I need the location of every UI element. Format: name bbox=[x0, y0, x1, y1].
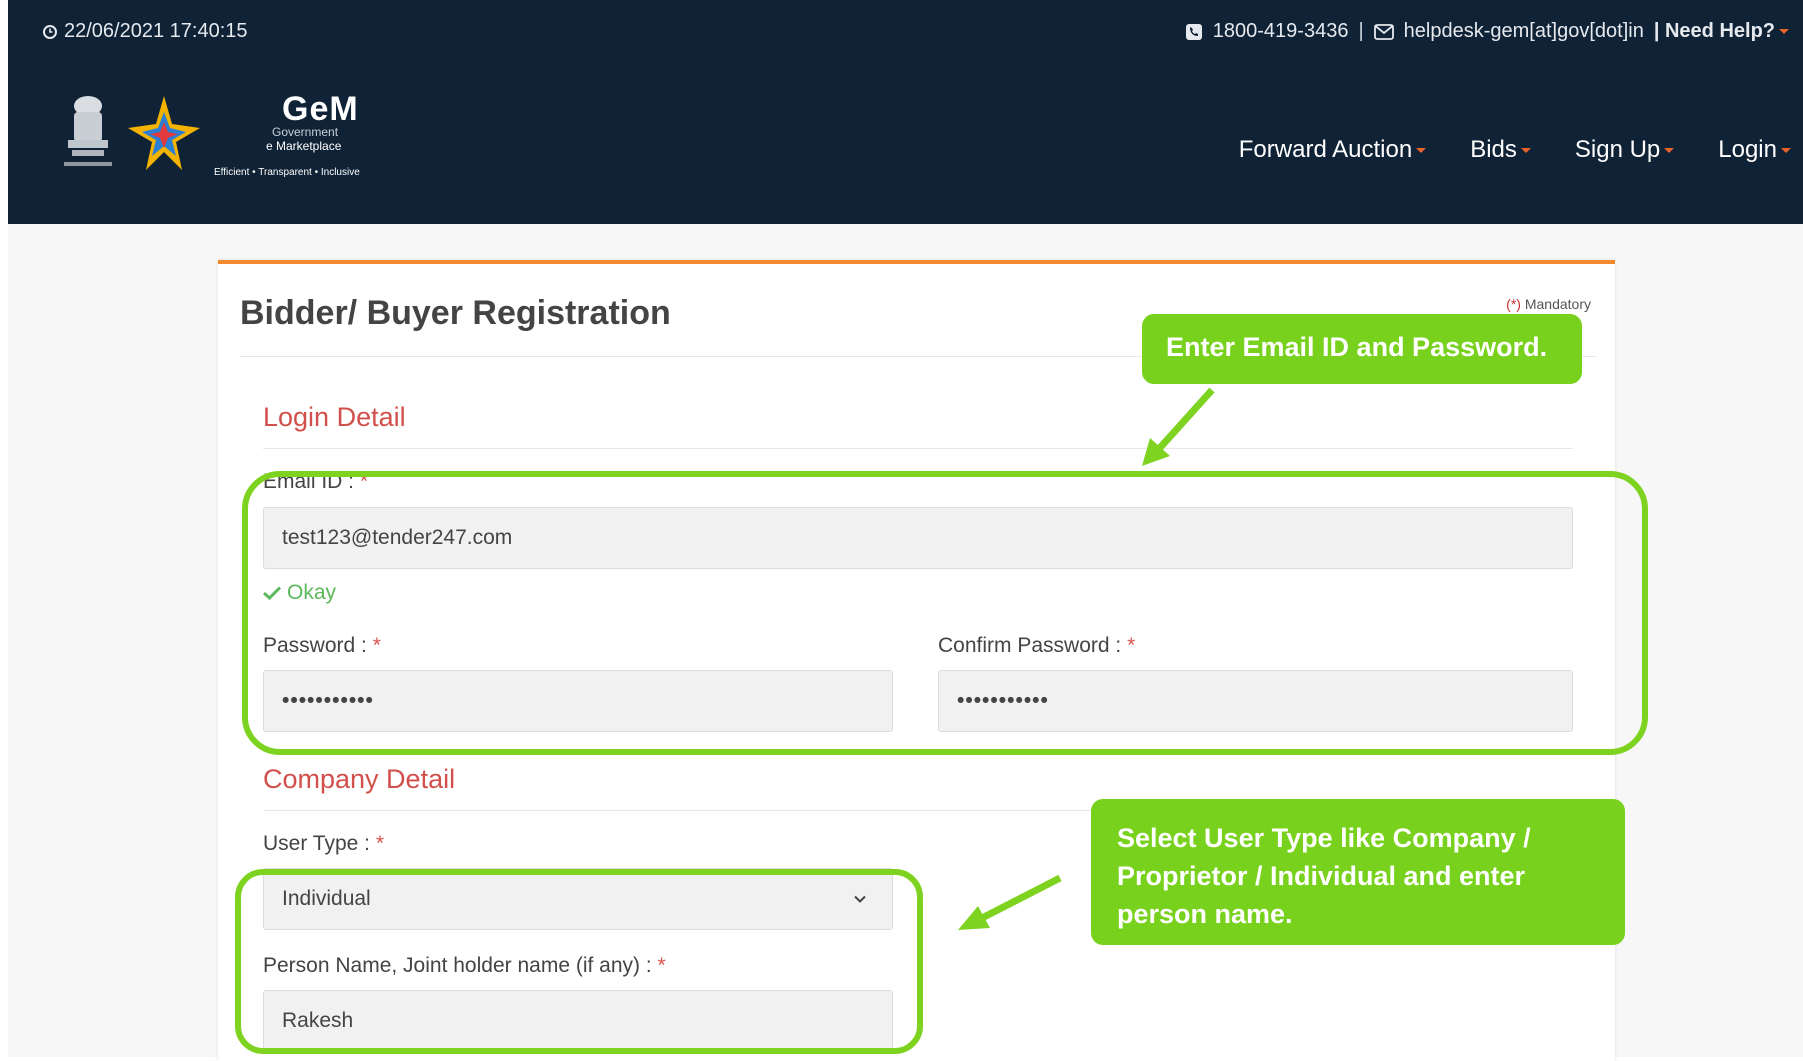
caret-down-icon bbox=[1779, 29, 1789, 35]
separator: | bbox=[1358, 20, 1364, 42]
gem-subtitle-government: Government bbox=[272, 125, 339, 139]
company-fields-highlight bbox=[235, 869, 923, 1054]
caret-down-icon bbox=[1781, 147, 1791, 153]
nav-label: Login bbox=[1718, 136, 1777, 163]
mandatory-text: Mandatory bbox=[1524, 296, 1591, 312]
login-fields-highlight bbox=[242, 471, 1648, 755]
callout-user-type: Select User Type like Company / Propriet… bbox=[1091, 799, 1625, 945]
need-help-dropdown[interactable]: | Need Help? bbox=[1654, 20, 1789, 43]
user-type-label-text: User Type : bbox=[263, 832, 370, 855]
nav-bids[interactable]: Bids bbox=[1470, 136, 1531, 164]
nav-label: Forward Auction bbox=[1238, 136, 1413, 163]
gem-logo-text: GeM Government e Marketplace Efficient •… bbox=[214, 92, 360, 178]
mandatory-note: (*) Mandatory bbox=[1506, 296, 1591, 312]
nav-forward-auction[interactable]: Forward Auction bbox=[1238, 136, 1427, 164]
national-emblem-icon bbox=[64, 96, 112, 166]
gem-title: GeM bbox=[282, 90, 359, 128]
envelope-icon bbox=[1373, 23, 1394, 40]
contact-bar: 1800-419-3436 | helpdesk-gem[at]gov[dot]… bbox=[1185, 20, 1789, 43]
callout-email-password: Enter Email ID and Password. bbox=[1142, 314, 1582, 384]
caret-down-icon bbox=[1416, 147, 1427, 153]
nav-sign-up[interactable]: Sign Up bbox=[1574, 136, 1675, 164]
user-type-label: User Type : * bbox=[263, 832, 384, 856]
site-header: 22/06/2021 17:40:15 1800-419-3436 | help… bbox=[8, 0, 1803, 224]
main-nav: Forward Auction Bids Sign Up Login bbox=[1239, 136, 1791, 164]
page-title: Bidder/ Buyer Registration bbox=[240, 294, 671, 332]
gem-tagline: Efficient • Transparent • Inclusive bbox=[214, 167, 360, 178]
helpdesk-email[interactable]: helpdesk-gem[at]gov[dot]in bbox=[1404, 20, 1644, 43]
caret-down-icon bbox=[1520, 147, 1531, 153]
login-detail-heading: Login Detail bbox=[263, 402, 406, 432]
required-marker: * bbox=[375, 832, 385, 855]
nav-login[interactable]: Login bbox=[1718, 136, 1791, 164]
nav-label: Bids bbox=[1470, 136, 1517, 163]
need-help-label: | Need Help? bbox=[1653, 20, 1775, 42]
caret-down-icon bbox=[1664, 147, 1675, 153]
phone-number[interactable]: 1800-419-3436 bbox=[1213, 20, 1349, 43]
gem-logo[interactable]: GeM Government e Marketplace Efficient •… bbox=[60, 92, 360, 178]
phone-icon bbox=[1185, 23, 1202, 40]
login-section-divider bbox=[263, 448, 1573, 449]
datetime: 22/06/2021 17:40:15 bbox=[42, 20, 248, 43]
clock-icon bbox=[43, 24, 57, 39]
company-detail-heading: Company Detail bbox=[263, 764, 456, 794]
mandatory-marker: (*) bbox=[1506, 296, 1521, 312]
gem-subtitle-marketplace: e Marketplace bbox=[266, 139, 342, 153]
nav-label: Sign Up bbox=[1574, 136, 1661, 163]
gem-star-icon bbox=[128, 96, 200, 170]
datetime-text: 22/06/2021 17:40:15 bbox=[64, 20, 248, 42]
